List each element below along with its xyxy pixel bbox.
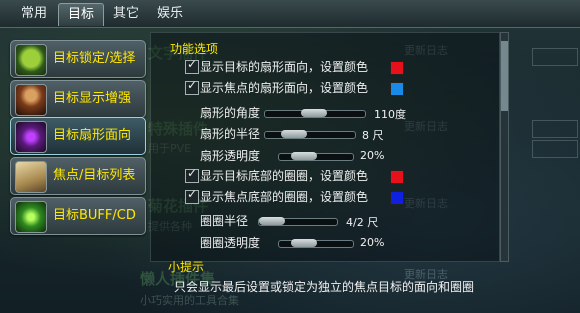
scrollbar-thumb[interactable] [501, 41, 508, 111]
green-face-icon [15, 44, 47, 76]
show-target-sector-label: 显示目标的扇形面向，设置颜色 [200, 60, 369, 74]
circle-opacity-slider[interactable] [278, 239, 354, 248]
circle-opacity-label: 圈圈透明度 [200, 236, 261, 250]
tab-entertainment[interactable]: 娱乐 [150, 3, 190, 25]
nav-item-label: 目标BUFF/CD [53, 208, 136, 223]
show-focus-circle-label: 显示焦点底部的圈圈，设置颜色 [200, 190, 369, 204]
sector-opacity-label: 扇形透明度 [200, 149, 261, 163]
nav-item-target-lock[interactable]: 目标锁定/选择 [10, 40, 146, 78]
circle-radius-slider[interactable] [258, 217, 338, 226]
sector-radius-label: 扇形的半径 [200, 127, 261, 141]
hint-title: 小提示 [168, 260, 205, 274]
tab-other[interactable]: 其它 [106, 3, 146, 25]
nav-item-label: 目标显示增强 [53, 91, 132, 106]
show-focus-circle-checkbox[interactable] [185, 187, 199, 204]
show-target-sector-checkbox[interactable] [185, 57, 199, 74]
nav-item-target-buff[interactable]: 目标BUFF/CD [10, 197, 146, 235]
nav-item-label: 焦点/目标列表 [53, 168, 136, 183]
sector-radius-slider[interactable] [264, 130, 356, 139]
sector-radius-value: 8 尺 [362, 129, 384, 142]
show-target-circle-checkbox[interactable] [185, 166, 199, 183]
nav-item-focus-list[interactable]: 焦点/目标列表 [10, 157, 146, 195]
sector-angle-label: 扇形的角度 [200, 106, 261, 120]
slider-knob[interactable] [291, 239, 317, 247]
show-focus-sector-checkbox[interactable] [185, 78, 199, 95]
green-burst-icon [15, 201, 47, 233]
slider-knob[interactable] [291, 152, 317, 160]
warrior-icon [15, 84, 47, 116]
section-title: 功能选项 [170, 42, 219, 56]
purple-figure-icon [15, 121, 47, 153]
sector-angle-slider[interactable] [264, 109, 366, 118]
nav-item-target-sector[interactable]: 目标扇形面向 [10, 117, 146, 155]
tab-target[interactable]: 目标 [58, 3, 104, 26]
nav-item-label: 目标扇形面向 [53, 128, 132, 143]
focus-sector-color-swatch[interactable] [390, 82, 404, 96]
circle-radius-value: 4/2 尺 [346, 216, 379, 229]
tab-common[interactable]: 常用 [14, 3, 54, 25]
slider-knob[interactable] [301, 109, 327, 117]
sector-opacity-value: 20% [360, 149, 385, 162]
tab-bar: 常用 目标 其它 娱乐 [0, 0, 580, 28]
show-focus-sector-label: 显示焦点的扇形面向，设置颜色 [200, 81, 369, 95]
scroll-icon [15, 161, 47, 193]
sector-angle-value: 110度 [374, 108, 406, 121]
faded-button [532, 140, 578, 158]
faded-button [532, 120, 578, 138]
hint-text: 只会显示最后设置或锁定为独立的焦点目标的面向和圈圈 [174, 280, 475, 294]
nav-item-label: 目标锁定/选择 [53, 51, 136, 66]
sector-opacity-slider[interactable] [278, 152, 354, 161]
options-scrollbar[interactable] [500, 32, 509, 262]
faded-button [532, 48, 578, 66]
nav-item-target-display[interactable]: 目标显示增强 [10, 80, 146, 118]
slider-knob[interactable] [281, 130, 307, 138]
target-sector-color-swatch[interactable] [390, 61, 404, 75]
slider-knob[interactable] [259, 217, 285, 225]
show-target-circle-label: 显示目标底部的圈圈，设置颜色 [200, 169, 369, 183]
target-circle-color-swatch[interactable] [390, 170, 404, 184]
circle-opacity-value: 20% [360, 236, 385, 249]
focus-circle-color-swatch[interactable] [390, 191, 404, 205]
circle-radius-label: 圈圈半径 [200, 214, 249, 228]
